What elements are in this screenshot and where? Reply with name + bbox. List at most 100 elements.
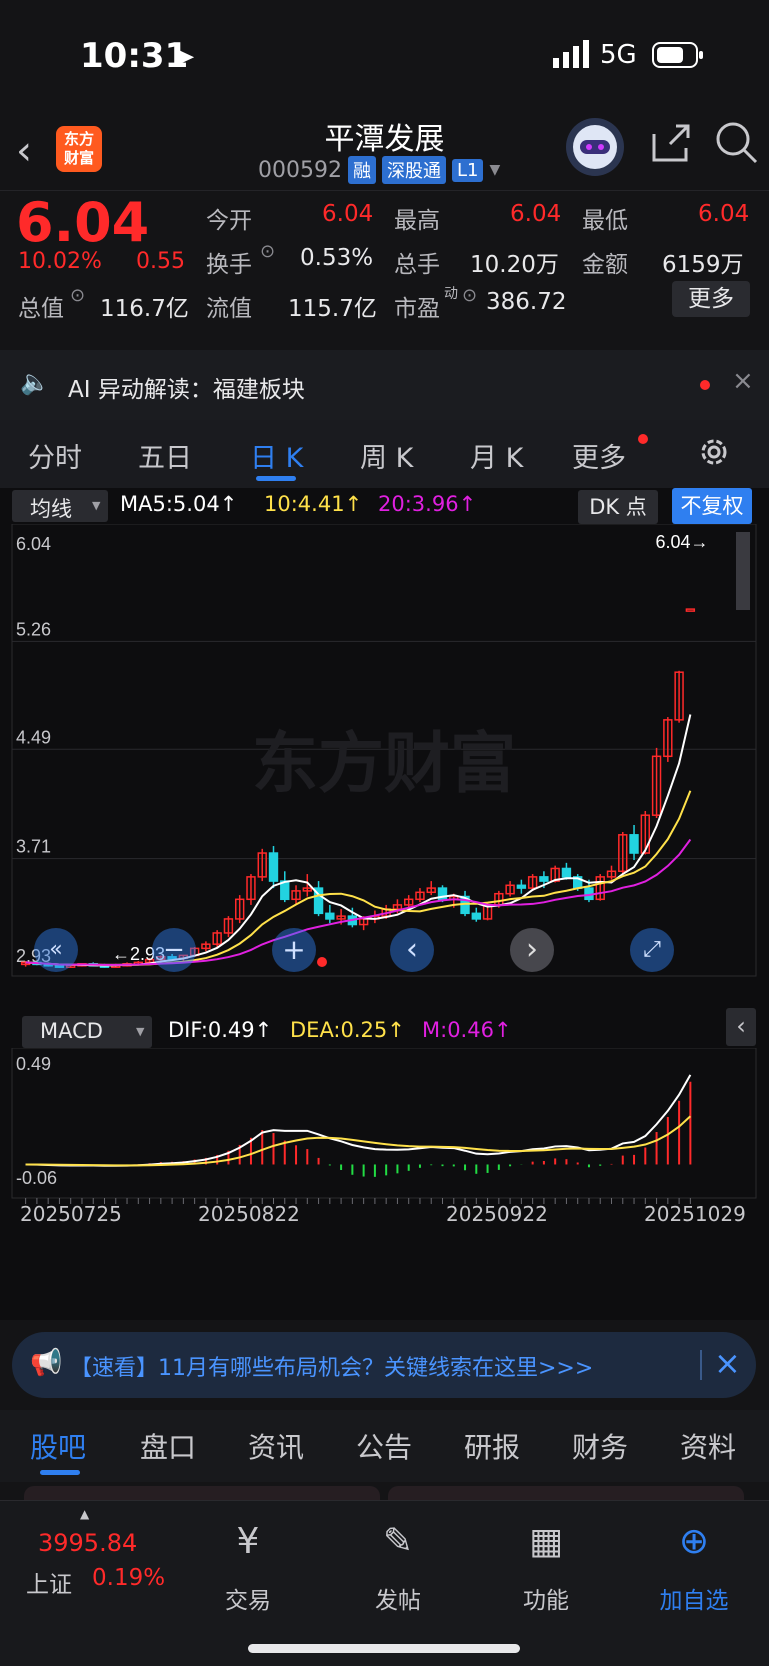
close-icon[interactable]: × bbox=[732, 366, 754, 396]
candle-body bbox=[325, 912, 335, 920]
turnover-value: 0.53% bbox=[300, 245, 374, 271]
chevron-down-icon: ▼ bbox=[136, 1025, 145, 1038]
candle-body bbox=[561, 867, 572, 878]
network-type: 5G bbox=[600, 40, 637, 70]
zoom-out-button[interactable]: − bbox=[152, 928, 196, 972]
pe-label: 市盈 bbox=[394, 296, 440, 322]
index-value: 3995.84 bbox=[38, 1529, 138, 1557]
trade-label[interactable]: 交易 bbox=[198, 1581, 298, 1615]
x-tick-label: 20250922 bbox=[446, 1202, 548, 1226]
close-icon[interactable]: × bbox=[714, 1344, 741, 1382]
open-value: 6.04 bbox=[322, 201, 374, 227]
x-tick-label: 20250725 bbox=[20, 1202, 122, 1226]
tab-monthly-k[interactable]: 月 K bbox=[470, 436, 523, 475]
card-preview-right bbox=[388, 1486, 744, 1500]
red-dot-icon bbox=[700, 380, 710, 390]
stock-header: ‹ 东方财富 平潭发展 000592 融 深股通 L1 ▼ bbox=[0, 110, 769, 190]
more-button[interactable]: 更多 bbox=[672, 281, 750, 317]
tab-profile[interactable]: 资料 bbox=[680, 1426, 736, 1466]
add-watchlist-label[interactable]: 加自选 bbox=[644, 1581, 744, 1615]
period-tabs: 分时 五日 日 K 周 K 月 K 更多 bbox=[0, 420, 769, 490]
notification-dot bbox=[638, 434, 648, 444]
kline-chart-area[interactable]: 均线 ▼ MA5:5.04↑ 10:4.41↑ 20:3.96↑ DK 点 不复… bbox=[0, 488, 769, 1320]
tab-financials[interactable]: 财务 bbox=[572, 1426, 628, 1466]
ma20-value: 20:3.96↑ bbox=[378, 492, 477, 516]
add-circle-icon[interactable]: ⊕ bbox=[644, 1521, 744, 1562]
tab-intraday[interactable]: 分时 bbox=[28, 436, 82, 475]
status-bar: 10:31 ➤ 5G bbox=[0, 0, 769, 110]
edit-icon[interactable]: ✎ bbox=[348, 1521, 448, 1562]
scroll-start-button[interactable]: « bbox=[34, 928, 78, 972]
macd-frame bbox=[11, 1048, 757, 1199]
tab-announcements[interactable]: 公告 bbox=[356, 1426, 412, 1466]
indicator-select[interactable]: 均线 ▼ bbox=[12, 490, 108, 522]
ai-interpretation-bar[interactable]: 🔈 AI 异动解读：福建板块 × bbox=[0, 350, 769, 420]
prev-button[interactable]: ‹ bbox=[390, 928, 434, 972]
grid-icon[interactable]: ▦ bbox=[496, 1521, 596, 1562]
search-icon[interactable] bbox=[714, 120, 758, 168]
tag-connect[interactable]: 深股通 bbox=[381, 156, 446, 184]
tab-active-indicator bbox=[40, 1470, 80, 1475]
info-icon[interactable]: ⊙ bbox=[462, 285, 477, 306]
tab-orderbook[interactable]: 盘口 bbox=[140, 1426, 196, 1466]
ma10-value: 10:4.41↑ bbox=[264, 492, 363, 516]
macd-select[interactable]: MACD ▼ bbox=[22, 1016, 152, 1048]
tab-research[interactable]: 研报 bbox=[464, 1426, 520, 1466]
stock-subtitle: 000592 融 深股通 L1 ▼ bbox=[258, 156, 500, 184]
volume-label: 总手 bbox=[394, 252, 440, 278]
tab-forum[interactable]: 股吧 bbox=[30, 1426, 86, 1466]
robot-assistant-icon[interactable] bbox=[566, 118, 624, 176]
trade-icon[interactable]: ¥ bbox=[198, 1521, 298, 1562]
change-amount: 0.55 bbox=[136, 249, 185, 274]
candle-body bbox=[471, 912, 481, 920]
info-icon[interactable]: ⊙ bbox=[260, 241, 275, 262]
pe-value: 386.72 bbox=[486, 289, 567, 315]
indicator-label: 均线 bbox=[30, 497, 72, 521]
dk-point-button[interactable]: DK 点 bbox=[578, 490, 658, 524]
ai-text: AI 异动解读：福建板块 bbox=[68, 377, 305, 403]
macd-y-tick-label: 0.49 bbox=[16, 1054, 51, 1074]
index-widget[interactable]: ▲ 3995.84 上证 0.19% bbox=[20, 1501, 180, 1611]
info-icon[interactable]: ⊙ bbox=[70, 285, 85, 306]
last-price-marker: 6.04→ bbox=[655, 532, 708, 552]
collapse-left-icon[interactable]: ‹ bbox=[726, 1008, 756, 1046]
float-label: 流值 bbox=[206, 296, 252, 322]
low-value: 6.04 bbox=[698, 201, 750, 227]
tag-margin[interactable]: 融 bbox=[347, 156, 376, 184]
m-value: M:0.46↑ bbox=[422, 1018, 512, 1042]
float-value: 115.7亿 bbox=[288, 296, 377, 322]
low-label: 最低 bbox=[582, 208, 628, 234]
battery-icon bbox=[652, 42, 704, 72]
tag-level[interactable]: L1 bbox=[451, 158, 484, 182]
volume-value: 10.20万 bbox=[470, 252, 559, 278]
y-tick-label: 6.04 bbox=[16, 534, 51, 554]
tab-five-day[interactable]: 五日 bbox=[138, 436, 192, 475]
tab-more[interactable]: 更多 bbox=[572, 436, 626, 475]
adjust-button[interactable]: 不复权 bbox=[672, 488, 752, 524]
news-banner[interactable]: 📢 【速看】11月有哪些布局机会？关键线索在这里>>> × bbox=[12, 1332, 756, 1398]
open-label: 今开 bbox=[206, 208, 252, 234]
post-label[interactable]: 发帖 bbox=[348, 1581, 448, 1615]
dea-value: DEA:0.25↑ bbox=[290, 1018, 405, 1042]
turnover-label: 换手 bbox=[206, 252, 252, 278]
watermark: 东方财富 bbox=[252, 725, 516, 802]
tab-daily-k[interactable]: 日 K bbox=[250, 436, 303, 475]
settings-gear-icon[interactable] bbox=[696, 434, 732, 474]
speaker-icon: 🔈 bbox=[20, 368, 50, 396]
signal-icon bbox=[553, 40, 593, 72]
tab-weekly-k[interactable]: 周 K bbox=[360, 436, 413, 475]
tab-news[interactable]: 资讯 bbox=[248, 1426, 304, 1466]
fullscreen-icon[interactable]: ⤢ bbox=[630, 928, 674, 972]
function-label[interactable]: 功能 bbox=[496, 1581, 596, 1615]
banner-divider bbox=[700, 1350, 702, 1380]
current-price: 6.04 bbox=[16, 191, 150, 254]
macd-label: MACD bbox=[40, 1019, 103, 1043]
zoom-in-button[interactable]: + bbox=[272, 928, 316, 972]
chevron-down-icon[interactable]: ▼ bbox=[489, 162, 500, 178]
megaphone-icon: 📢 bbox=[30, 1348, 63, 1378]
share-icon[interactable] bbox=[648, 120, 692, 168]
amount-label: 金额 bbox=[582, 252, 628, 278]
change-percent: 10.02% bbox=[18, 249, 102, 274]
next-button[interactable]: › bbox=[510, 928, 554, 972]
x-axis-labels: 20250725 20250822 20250922 20251029 bbox=[0, 1202, 769, 1242]
